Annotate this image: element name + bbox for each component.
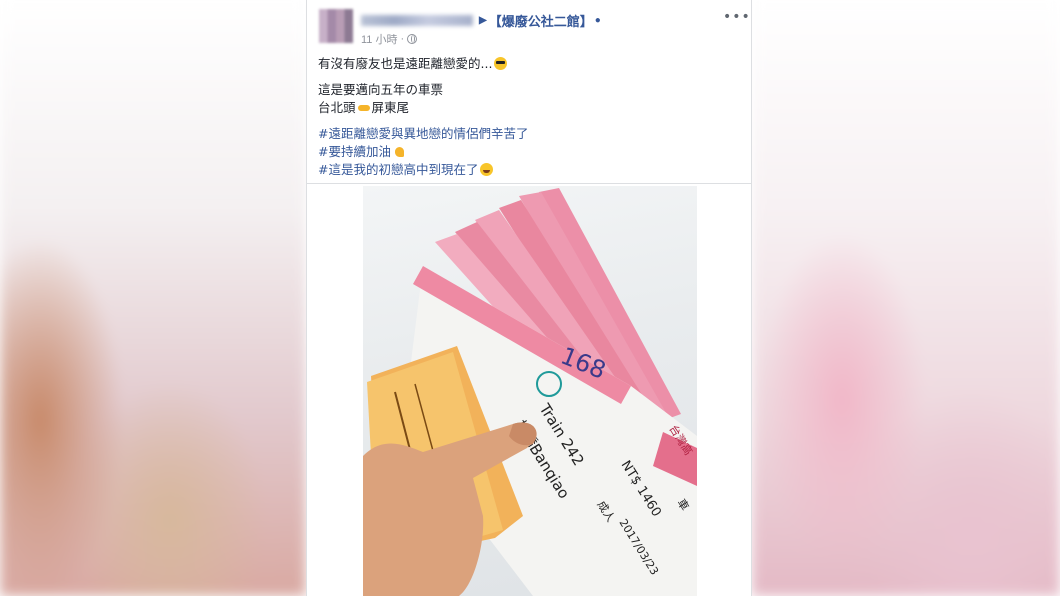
author-name-blurred[interactable] [361, 14, 473, 26]
post-line-text: 屏東尾 [371, 100, 410, 115]
post-body: 有沒有廢友也是遠距離戀愛的... 這是要邁向五年の車票 台北頭 屏東尾 #遠距離戀… [318, 55, 738, 179]
post-line: 有沒有廢友也是遠距離戀愛的... [318, 55, 738, 73]
group-dot-icon: ● [594, 14, 601, 26]
post-line: 這是要邁向五年の車票 [318, 81, 738, 99]
hashtag-link[interactable]: #遠距離戀愛與異地戀的情侶們辛苦了 [318, 126, 528, 141]
post-line: 台北頭 屏東尾 [318, 99, 738, 117]
blurred-background-right [752, 0, 1060, 596]
post-header: ▶ 【爆廢公社二館】 ● [361, 11, 603, 29]
caret-right-icon: ▶ [479, 14, 487, 26]
hashtag-link[interactable]: #要持續加油 [318, 144, 391, 159]
facebook-post: ▶ 【爆廢公社二館】 ● 11 小時 · ••• 有沒有廢友也是遠距離戀愛的..… [306, 0, 752, 596]
audience-globe-icon[interactable] [407, 34, 418, 44]
avatar[interactable] [319, 9, 353, 43]
post-line: #這是我的初戀高中到現在了 [318, 161, 738, 179]
hashtag-link[interactable]: #這是我的初戀高中到現在了 [318, 162, 478, 177]
pointing-hand-emoji-icon [357, 101, 372, 114]
post-photo[interactable]: 168 Train 242 板橋 Banqiao NT$ 1460 成人 201… [363, 186, 697, 596]
cool-face-emoji-icon [494, 57, 508, 70]
post-timestamp[interactable]: 11 小時 [361, 31, 397, 47]
more-options-button[interactable]: ••• [723, 10, 750, 24]
post-line-text: 台北頭 [318, 100, 356, 115]
group-name-link[interactable]: 【爆廢公社二館】 [489, 11, 593, 30]
blurred-background-left [0, 0, 306, 596]
laughing-face-emoji-icon [480, 163, 494, 176]
meta-separator: · [400, 33, 405, 45]
post-divider [307, 183, 751, 184]
post-line: #要持續加油 [318, 143, 738, 161]
post-line-text: 有沒有廢友也是遠距離戀愛的... [318, 56, 493, 71]
ticket-stack-illustration: 168 Train 242 板橋 Banqiao NT$ 1460 成人 201… [363, 188, 697, 596]
post-line: #遠距離戀愛與異地戀的情侶們辛苦了 [318, 125, 738, 143]
post-line-text: 這是要邁向五年の車票 [318, 82, 444, 97]
post-meta: 11 小時 · [361, 31, 418, 47]
flexed-biceps-emoji-icon [393, 145, 406, 158]
screenshot-stage: ▶ 【爆廢公社二館】 ● 11 小時 · ••• 有沒有廢友也是遠距離戀愛的..… [0, 0, 1060, 596]
